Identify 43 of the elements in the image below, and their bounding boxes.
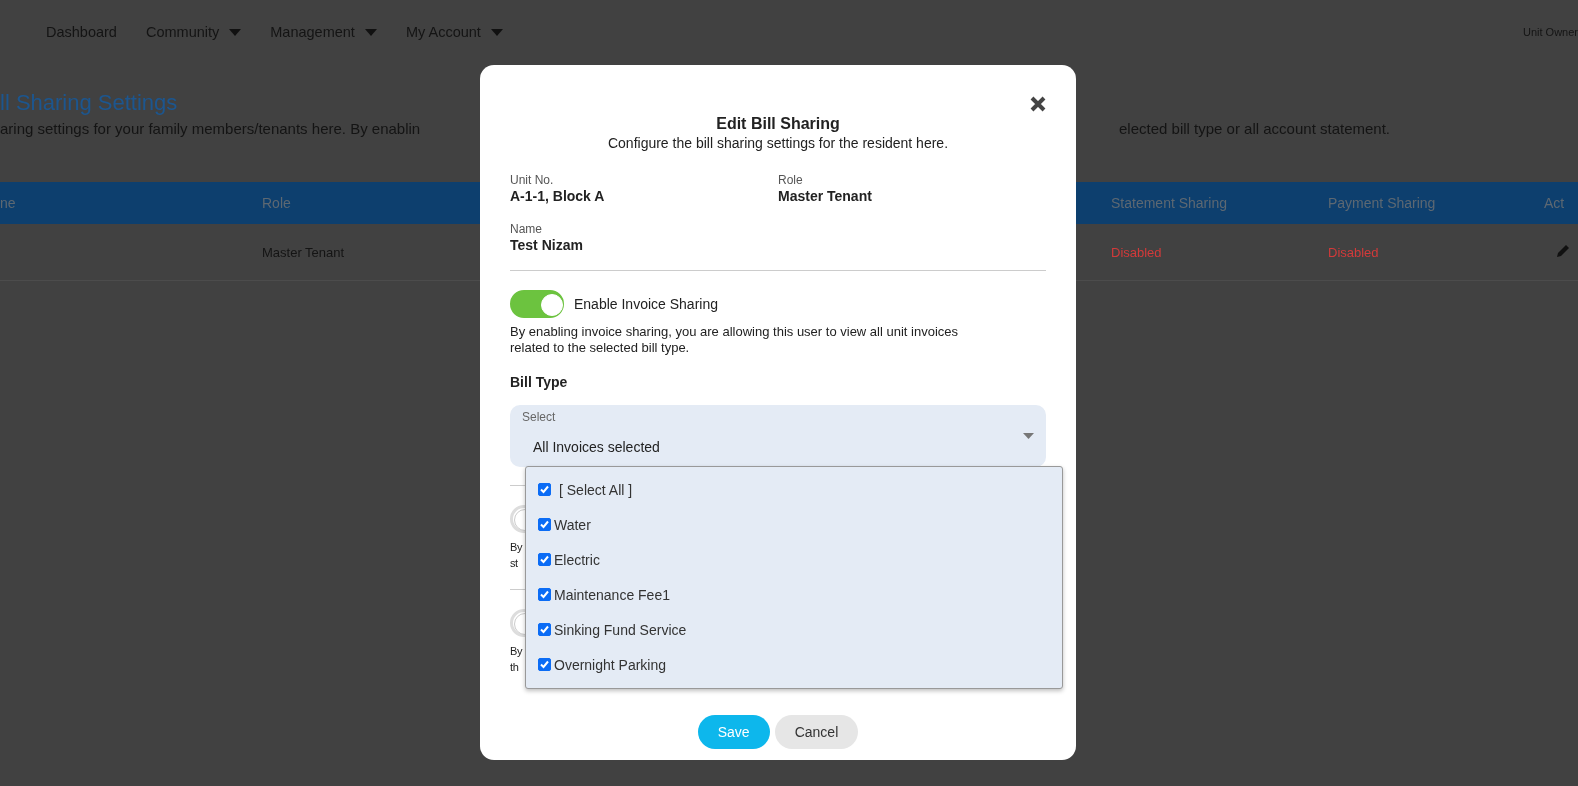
column-header: Act	[1544, 195, 1565, 211]
dropdown-option[interactable]: Maintenance Fee1	[526, 577, 1062, 612]
caret-icon	[229, 28, 242, 36]
checkbox[interactable]	[538, 658, 551, 671]
dropdown-option[interactable]: Overnight Parking	[526, 647, 1062, 682]
dialog-title: Edit Bill Sharing	[715, 115, 841, 133]
field-label: Name	[510, 222, 542, 236]
select-field[interactable]: Select All Invoices selected	[510, 405, 1046, 467]
field-label: Role	[778, 173, 803, 187]
page-title: ll Sharing Settings	[0, 90, 178, 116]
help-text: By	[510, 540, 523, 555]
column-header: Payment Sharing	[1328, 195, 1436, 211]
caret-icon	[490, 28, 503, 36]
toggle-switch[interactable]	[510, 290, 564, 318]
cancel-button[interactable]: Cancel	[774, 715, 859, 749]
section-label: Bill Type	[510, 374, 569, 390]
field-value: Test Nizam	[510, 237, 583, 253]
checkbox[interactable]	[538, 518, 551, 531]
dropdown-option[interactable]: [ Select All ]	[526, 472, 1062, 507]
help-text: By enabling invoice sharing, you are allowing this user to view all unit invoices related to the selected bill type.	[510, 324, 960, 356]
table-cell: Disabled	[1328, 244, 1379, 260]
help-text: By	[510, 644, 523, 659]
close-icon[interactable]	[1030, 96, 1046, 112]
checkbox[interactable]	[538, 588, 551, 601]
caret-icon	[364, 28, 377, 36]
toggle-label: Enable Invoice Sharing	[574, 296, 718, 312]
help-text: st	[510, 556, 518, 571]
column-header: Statement Sharing	[1111, 195, 1227, 211]
checkbox[interactable]	[538, 483, 551, 496]
dropdown-option[interactable]: Sinking Fund Service	[526, 612, 1062, 647]
checkbox[interactable]	[538, 553, 551, 566]
field-label: Unit No.	[510, 173, 554, 187]
dropdown-option[interactable]: Electric	[526, 542, 1062, 577]
field-value: A-1-1, Block A	[510, 188, 605, 204]
field-value: Master Tenant	[778, 188, 872, 204]
caret-icon	[1023, 433, 1034, 439]
dropdown-option[interactable]: Water	[526, 507, 1062, 542]
column-header: ne	[0, 195, 16, 211]
help-text: th	[510, 660, 519, 675]
column-header: Role	[262, 195, 291, 211]
table-cell: Disabled	[1111, 244, 1162, 260]
dialog-subtitle: Configure the bill sharing settings for the resident here.	[606, 135, 950, 151]
checkbox[interactable]	[538, 623, 551, 636]
